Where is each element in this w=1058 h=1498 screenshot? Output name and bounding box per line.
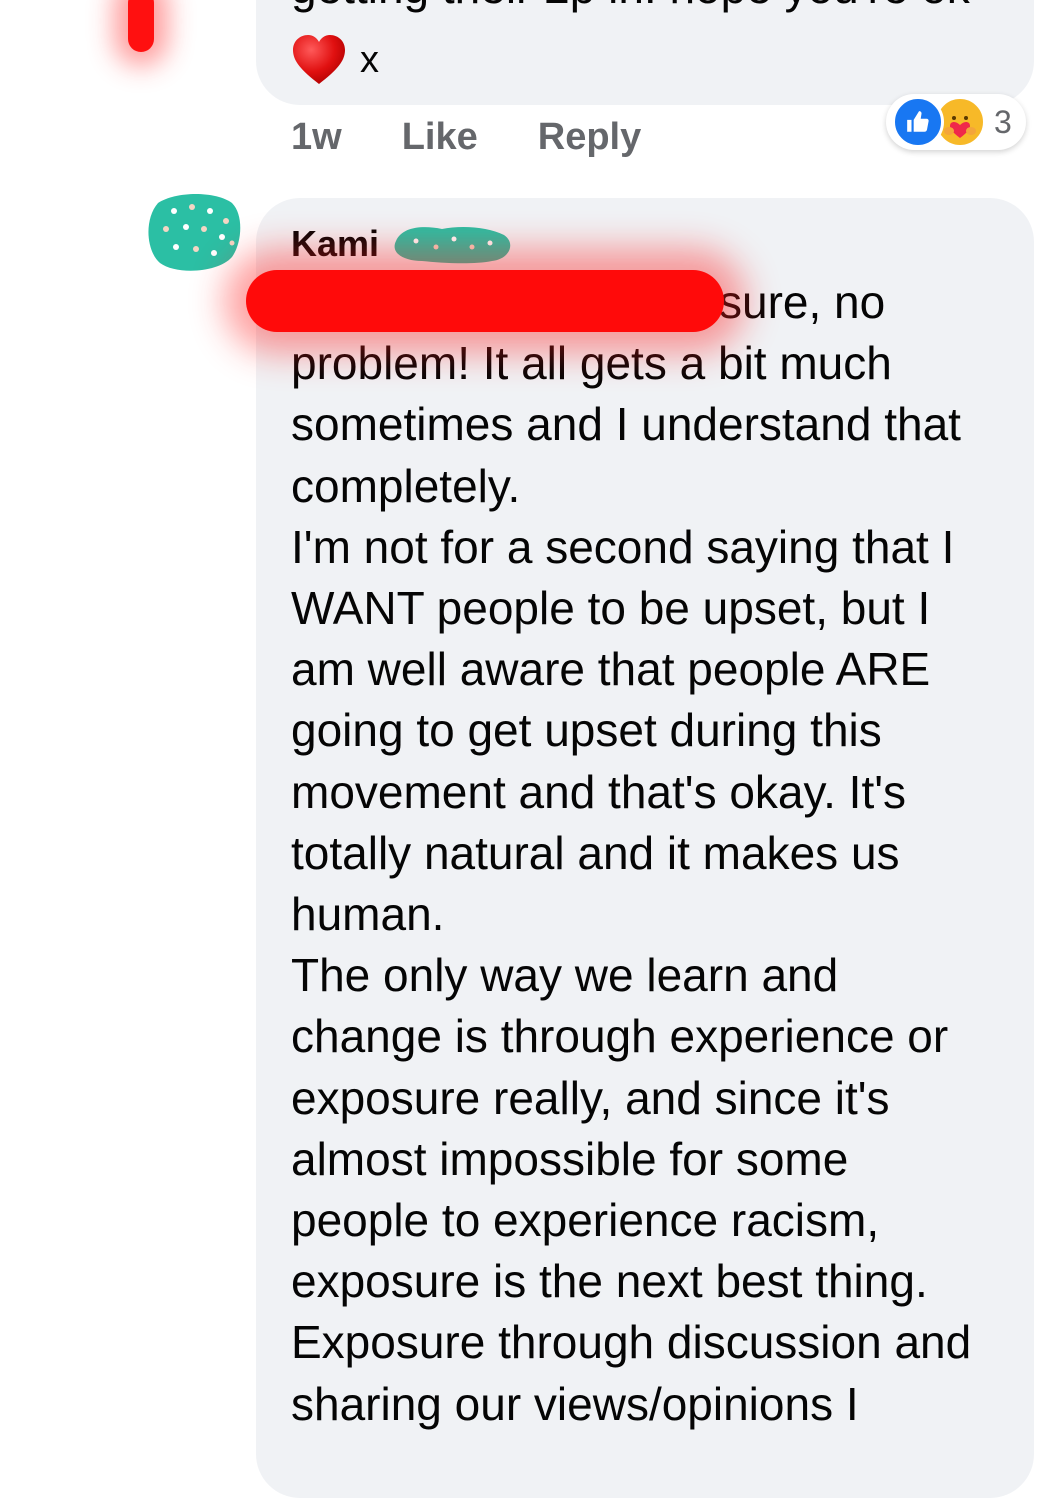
reactions-summary[interactable]: 3 xyxy=(886,94,1026,150)
comment-line: completely. xyxy=(291,459,521,512)
name-scribble-mark xyxy=(394,227,511,264)
comment-line: exposure is the next best thing. xyxy=(291,1255,928,1308)
comment-line: totally natural and it makes us xyxy=(291,826,900,879)
comment-line: people to experience racism, xyxy=(291,1194,880,1247)
comment-timestamp[interactable]: 1w xyxy=(291,116,342,159)
reaction-count: 3 xyxy=(994,103,1012,140)
comment-line: going to get upset during this xyxy=(291,704,882,757)
red-heart-icon xyxy=(293,35,345,84)
redaction-bar xyxy=(246,270,724,332)
comment-line: The only way we learn and xyxy=(291,949,839,1002)
comment-actions: 1w Like Reply xyxy=(291,112,641,162)
comment-line: sharing our views/opinions I xyxy=(291,1377,859,1430)
comment-line: problem! It all gets a bit much xyxy=(291,337,892,390)
comment-line: human. xyxy=(291,888,445,941)
comment-line: movement and that's okay. It's xyxy=(291,765,907,818)
comment-line: change is through experience or xyxy=(291,1010,949,1063)
thumbs-up-icon xyxy=(892,96,944,148)
redaction-mark xyxy=(128,0,154,52)
comment-line: I'm not for a second saying that I xyxy=(291,520,955,573)
comment-line: Exposure through discussion and xyxy=(291,1316,972,1369)
avatar[interactable] xyxy=(146,193,242,273)
comment-body: sure, no problem! It all gets a bit much… xyxy=(291,272,1026,1435)
comment-author-name[interactable]: Kami xyxy=(291,222,379,266)
like-button[interactable]: Like xyxy=(402,116,478,159)
comment-line: exposure really, and since it's xyxy=(291,1071,890,1124)
comment-line: am well aware that people ARE xyxy=(291,643,931,696)
reply-button[interactable]: Reply xyxy=(538,116,641,159)
previous-comment-text: getting their 2p in. hope you're ok xyxy=(291,0,970,12)
comment-line: sometimes and I understand that xyxy=(291,398,961,451)
comment-line: almost impossible for some xyxy=(291,1132,849,1185)
comment-line: WANT people to be upset, but I xyxy=(291,582,931,635)
previous-comment-trailing-text: x xyxy=(360,39,379,81)
